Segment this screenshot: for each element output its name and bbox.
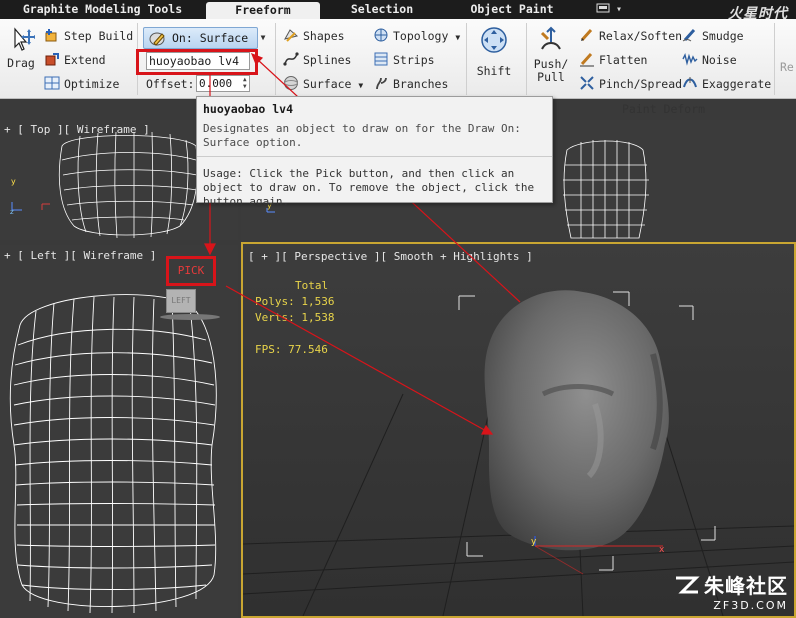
watermark-logo-icon: [676, 576, 700, 593]
watermark-en: ZF3D.COM: [713, 599, 788, 612]
tooltip-description: Designates an object to draw on for the …: [203, 122, 521, 149]
tooltip-title: huoyaobao lv4: [203, 102, 294, 116]
annotation-arrows: [204, 52, 521, 435]
tooltip-pick-object: huoyaobao lv4 Designates an object to dr…: [196, 96, 553, 208]
tooltip-divider: [197, 156, 552, 157]
watermark-cn: 朱峰社区: [704, 574, 788, 598]
site-watermark: 朱峰社区 ZF3D.COM: [674, 570, 788, 612]
tooltip-usage: Usage: Click the Pick button, and then c…: [203, 167, 535, 208]
